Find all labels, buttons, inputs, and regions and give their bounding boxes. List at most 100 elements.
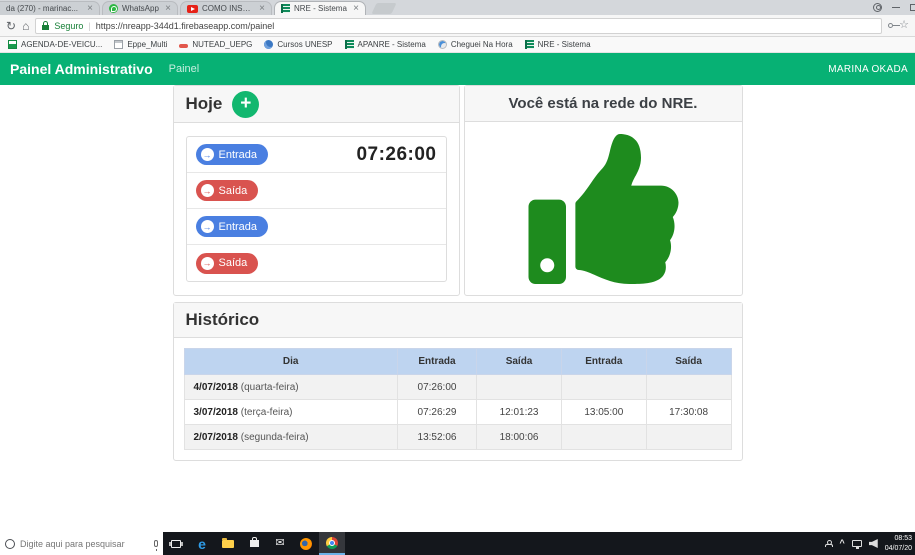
cell-time	[560, 424, 647, 450]
minimize-icon[interactable]	[892, 7, 900, 8]
close-icon[interactable]: ×	[165, 3, 171, 14]
mail-icon: ✉	[275, 537, 285, 549]
taskbar-search[interactable]	[0, 532, 163, 555]
saida-button[interactable]: → Saída	[195, 180, 259, 201]
edge-button[interactable]: e	[189, 532, 215, 555]
windows-taskbar: e ✉ ^ 08:53 04/07/20	[0, 532, 915, 555]
table-header-row: Dia Entrada Saída Entrada Saída	[183, 348, 732, 375]
cell-time	[645, 424, 732, 450]
browser-tab-youtube[interactable]: COMO INSTALAR O GO... ×	[180, 1, 272, 15]
close-icon[interactable]: ×	[259, 3, 265, 14]
cell-time: 18:00:06	[476, 424, 562, 450]
hidden-icons-caret[interactable]: ^	[839, 539, 844, 548]
bookmark-star-icon[interactable]: ☆	[899, 20, 909, 31]
chrome-button-active[interactable]	[319, 532, 345, 555]
bookmark-unesp[interactable]: Cursos UNESP	[264, 40, 333, 49]
browser-toolbar: ↻ ⌂ Seguro | https://nreapp-344d1.fireba…	[0, 15, 915, 37]
reload-icon[interactable]: ↻	[6, 20, 16, 32]
historico-panel: Histórico Dia Entrada Saída Entrada Saíd…	[172, 302, 743, 461]
search-input[interactable]	[20, 538, 132, 549]
app-navbar: Painel Administrativo Painel MARINA OKAD…	[0, 53, 915, 85]
new-tab-button[interactable]	[371, 3, 397, 14]
add-punch-button[interactable]: +	[232, 90, 260, 118]
punch-row: → Saída	[186, 173, 446, 209]
weekday: (segunda-feira)	[240, 431, 309, 443]
maximize-icon[interactable]	[910, 4, 915, 11]
col-header-entrada1: Entrada	[396, 348, 478, 375]
address-bar[interactable]: Seguro | https://nreapp-344d1.firebaseap…	[35, 17, 883, 34]
microphone-icon[interactable]	[154, 540, 158, 551]
bookmark-label: Cursos UNESP	[277, 40, 333, 49]
mail-button[interactable]: ✉	[267, 532, 293, 555]
window-controls	[873, 0, 915, 15]
user-name[interactable]: MARINA OKADA	[828, 64, 908, 75]
whatsapp-icon	[109, 4, 118, 13]
bookmark-label: Cheguei Na Hora	[450, 40, 513, 49]
tray-clock[interactable]: 08:53 04/07/20	[885, 534, 912, 552]
tab-title: COMO INSTALAR O GO...	[202, 4, 253, 13]
bookmark-eppe[interactable]: Eppe_Multi	[114, 40, 167, 49]
cortana-icon[interactable]	[5, 538, 15, 549]
separator: |	[88, 20, 91, 31]
cell-dia: 2/07/2018 (segunda-feira)	[183, 424, 398, 450]
folder-icon	[222, 537, 234, 548]
cell-time: 17:30:08	[645, 399, 732, 425]
col-header-saida2: Saída	[645, 348, 732, 375]
bookmark-agenda[interactable]: AGENDA-DE-VEICU...	[8, 40, 102, 49]
entrada-button[interactable]: → Entrada	[195, 216, 269, 237]
store-icon	[249, 537, 259, 547]
punch-list: → Entrada 07:26:00 → Saída → Entrada → S…	[185, 136, 447, 282]
task-view-icon	[169, 539, 183, 548]
pill-label: Entrada	[218, 148, 258, 161]
edge-icon: e	[198, 535, 206, 552]
nav-item-painel[interactable]: Painel	[169, 63, 200, 75]
store-button[interactable]	[241, 532, 267, 555]
tab-title: WhatsApp	[122, 4, 159, 13]
browser-tab-nre-active[interactable]: NRE - Sistema ×	[274, 1, 366, 15]
clock-date: 04/07/20	[884, 544, 912, 552]
punch-row: → Saída	[187, 245, 446, 281]
bookmark-nre[interactable]: NRE - Sistema	[524, 40, 591, 49]
profile-icon[interactable]	[873, 3, 882, 12]
firefox-button[interactable]	[293, 532, 319, 555]
people-icon[interactable]	[825, 540, 834, 547]
cell-time: 13:05:00	[560, 399, 647, 425]
close-icon[interactable]: ×	[353, 3, 359, 14]
arrow-circle-icon: →	[200, 220, 214, 233]
volume-icon[interactable]	[868, 539, 878, 548]
home-icon[interactable]: ⌂	[22, 20, 29, 32]
punch-row: → Entrada	[186, 209, 446, 245]
browser-tab-whatsapp[interactable]: WhatsApp ×	[102, 1, 178, 15]
hoje-title: Hoje	[185, 94, 223, 113]
cell-dia: 4/07/2018 (quarta-feira)	[183, 374, 398, 400]
close-icon[interactable]: ×	[87, 3, 93, 14]
entrada-button[interactable]: → Entrada	[195, 144, 269, 165]
page-content: Hoje + → Entrada 07:26:00 → Saída → Entr…	[0, 85, 915, 532]
col-header-entrada2: Entrada	[560, 348, 647, 375]
historico-body: Dia Entrada Saída Entrada Saída 4/07/201…	[174, 338, 742, 460]
browser-tab-strip: da (270) - marinac... × WhatsApp × COMO …	[0, 0, 915, 15]
tab-title: da (270) - marinac...	[6, 4, 79, 13]
cell-time: 07:26:29	[396, 399, 478, 425]
password-key-icon[interactable]	[888, 23, 901, 28]
nre-icon	[281, 4, 290, 13]
security-label: Seguro	[54, 20, 84, 31]
bookmark-favicon	[8, 40, 17, 49]
hoje-panel: Hoje + → Entrada 07:26:00 → Saída → Entr…	[172, 85, 460, 296]
bookmark-apanre[interactable]: APANRE - Sistema	[344, 40, 426, 49]
network-icon[interactable]	[851, 540, 862, 549]
url-text: https://nreapp-344d1.firebaseapp.com/pai…	[95, 20, 275, 31]
bookmark-favicon	[437, 40, 447, 49]
chrome-icon	[326, 536, 338, 549]
saida-button[interactable]: → Saída	[195, 252, 259, 274]
browser-tab-gmail[interactable]: da (270) - marinac... ×	[0, 1, 100, 15]
bookmark-cheguei[interactable]: Cheguei Na Hora	[437, 40, 513, 49]
app-brand[interactable]: Painel Administrativo	[10, 61, 153, 77]
bookmark-nutead[interactable]: NUTEAD_UEPG	[179, 40, 252, 49]
cell-time: 12:01:23	[476, 399, 562, 425]
hoje-header: Hoje +	[173, 86, 459, 123]
bookmark-label: NUTEAD_UEPG	[192, 40, 253, 49]
task-view-button[interactable]	[163, 532, 189, 555]
youtube-icon	[187, 5, 198, 13]
file-explorer-button[interactable]	[215, 532, 241, 555]
